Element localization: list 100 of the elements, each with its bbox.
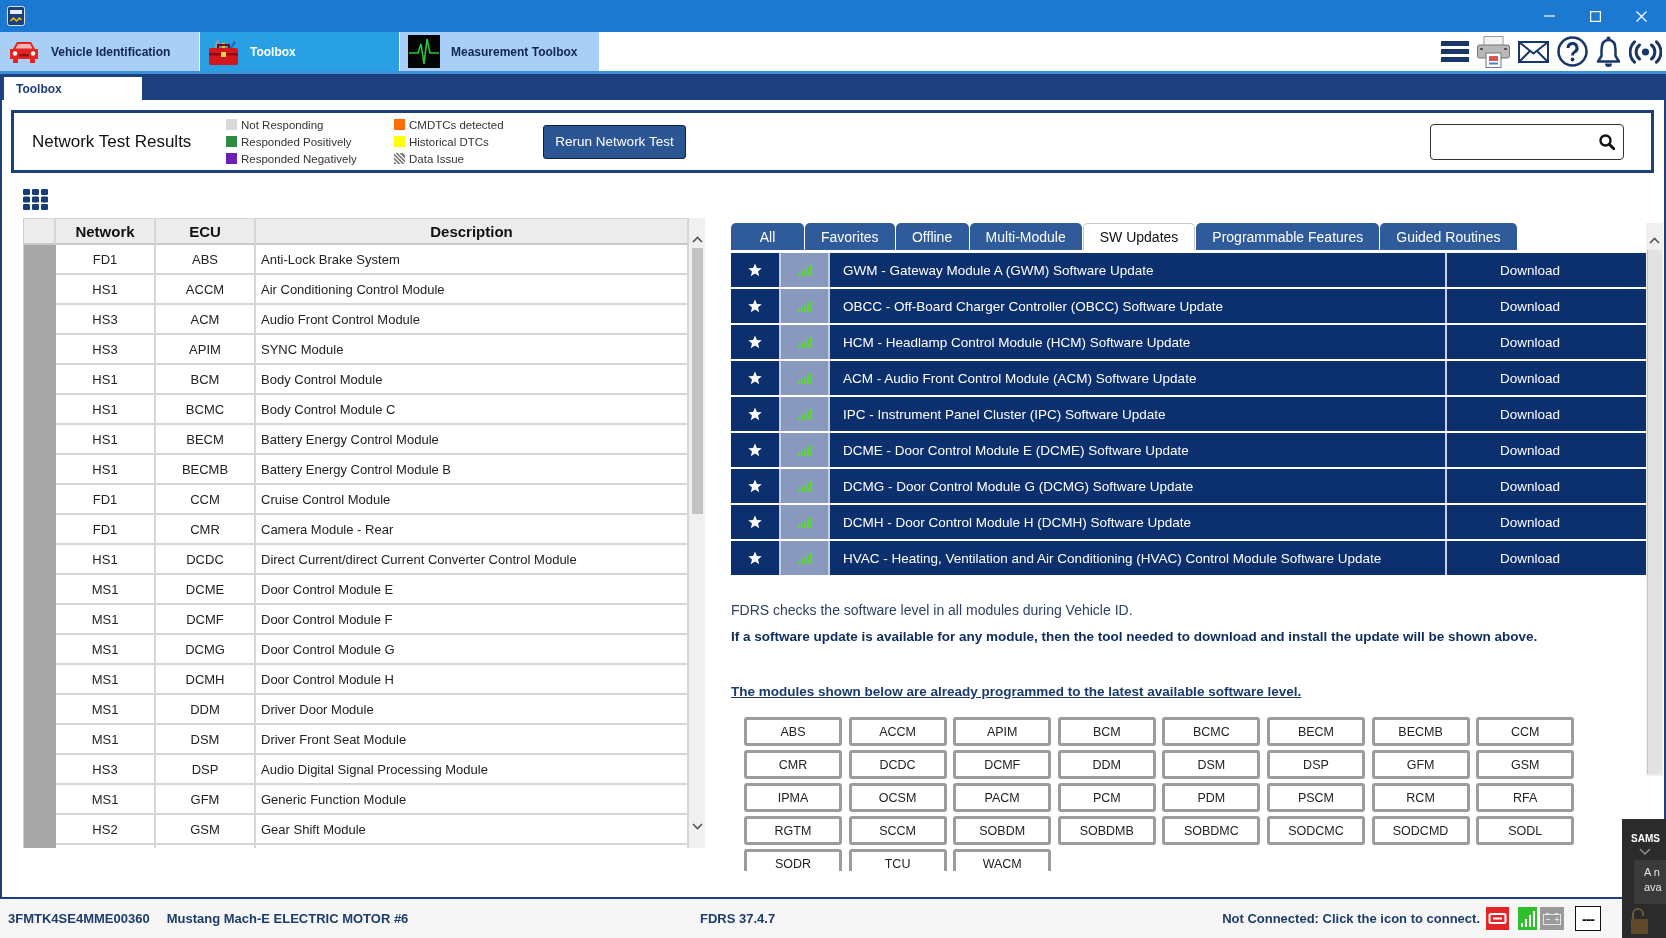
- scrollbar[interactable]: [689, 218, 705, 848]
- column-header[interactable]: Network: [56, 218, 156, 245]
- star-icon[interactable]: [748, 335, 762, 349]
- lock-icon: [1630, 907, 1648, 934]
- notification-text: ava: [1644, 881, 1662, 893]
- download-button[interactable]: Download: [1447, 289, 1646, 323]
- module-button[interactable]: GSM: [1476, 750, 1575, 779]
- module-button[interactable]: SODR: [744, 849, 842, 871]
- filter-tab[interactable]: All: [731, 223, 804, 250]
- module-button[interactable]: SODL: [1476, 816, 1575, 845]
- download-button[interactable]: Download: [1447, 433, 1646, 467]
- grid-menu-icon[interactable]: [23, 189, 48, 210]
- module-button[interactable]: DDM: [1057, 750, 1156, 779]
- panel-title: Network Test Results: [32, 131, 192, 152]
- car-icon[interactable]: [8, 40, 40, 63]
- broadcast-icon[interactable]: [1629, 39, 1662, 64]
- module-button[interactable]: SOBDMB: [1057, 816, 1156, 845]
- table-cell: BECMB: [181, 461, 229, 477]
- module-button[interactable]: DCDC: [848, 750, 947, 779]
- module-button[interactable]: CMR: [744, 750, 842, 779]
- scrollbar-thumb[interactable]: [1647, 250, 1662, 774]
- table-cell: ACCM: [185, 281, 225, 297]
- close-icon[interactable]: [1635, 10, 1647, 22]
- filter-tab[interactable]: Multi-Module: [969, 223, 1082, 250]
- modules-link[interactable]: The modules shown below are already programmed to the latest available software level.: [731, 684, 1302, 699]
- mail-icon[interactable]: [1518, 40, 1549, 63]
- download-button[interactable]: Download: [1447, 541, 1646, 575]
- download-button[interactable]: Download: [1447, 253, 1646, 287]
- update-title-cell: DCME - Door Control Module E (DCME) Software Update: [830, 433, 1445, 467]
- module-button[interactable]: CCM: [1476, 717, 1575, 746]
- module-button[interactable]: ABS: [744, 717, 842, 746]
- star-icon[interactable]: [748, 299, 762, 313]
- module-button[interactable]: PDM: [1162, 783, 1261, 812]
- star-icon[interactable]: [748, 263, 762, 277]
- module-button[interactable]: RFA: [1476, 783, 1575, 812]
- toolbox-icon[interactable]: [208, 37, 239, 66]
- signal-bars-icon: [797, 300, 812, 312]
- connector-icon[interactable]: [1486, 907, 1509, 930]
- module-button[interactable]: SOBDMC: [1162, 816, 1261, 845]
- module-button[interactable]: RCM: [1371, 783, 1470, 812]
- module-button[interactable]: PCM: [1057, 783, 1156, 812]
- module-button[interactable]: IPMA: [744, 783, 842, 812]
- module-button[interactable]: DSP: [1266, 750, 1365, 779]
- column-header[interactable]: Description: [256, 218, 689, 245]
- download-button[interactable]: Download: [1447, 397, 1646, 431]
- module-button[interactable]: SOBDM: [953, 816, 1052, 845]
- column-header[interactable]: ECU: [156, 218, 256, 245]
- search-field[interactable]: [1430, 123, 1624, 160]
- filter-tab[interactable]: Offline: [895, 223, 969, 250]
- app-tab[interactable]: Vehicle Identification: [0, 32, 199, 71]
- minimize-icon[interactable]: [1543, 15, 1555, 17]
- filter-tab[interactable]: Favorites: [805, 223, 895, 250]
- download-button[interactable]: Download: [1447, 325, 1646, 359]
- download-button[interactable]: Download: [1447, 469, 1646, 503]
- module-button[interactable]: ACCM: [848, 717, 947, 746]
- scrollbar-thumb[interactable]: [691, 248, 703, 514]
- module-button[interactable]: DSM: [1162, 750, 1261, 779]
- star-icon[interactable]: [748, 479, 762, 493]
- star-icon[interactable]: [748, 551, 762, 565]
- download-button[interactable]: Download: [1447, 505, 1646, 539]
- module-button[interactable]: PACM: [953, 783, 1052, 812]
- star-icon[interactable]: [748, 371, 762, 385]
- scrollbar[interactable]: [1646, 223, 1663, 776]
- module-button[interactable]: RGTM: [744, 816, 842, 845]
- tab[interactable]: Toolbox: [4, 77, 142, 100]
- app-tab[interactable]: Measurement Toolbox: [400, 32, 599, 71]
- chevron-down-icon[interactable]: [691, 823, 703, 830]
- maximize-icon[interactable]: [1589, 10, 1601, 22]
- module-button[interactable]: BCM: [1057, 717, 1156, 746]
- search-icon[interactable]: [1599, 133, 1615, 150]
- help-icon[interactable]: [1557, 36, 1588, 67]
- module-button[interactable]: GFM: [1371, 750, 1470, 779]
- chevron-up-icon[interactable]: [691, 236, 703, 243]
- filter-tab[interactable]: SW Updates: [1082, 223, 1196, 250]
- rerun-network-test-button[interactable]: Rerun Network Test: [543, 124, 686, 159]
- chevron-up-icon[interactable]: [1649, 237, 1660, 244]
- module-button[interactable]: WACM: [953, 849, 1052, 871]
- module-button[interactable]: SODCMC: [1266, 816, 1365, 845]
- chevron-down-icon[interactable]: [1639, 848, 1651, 855]
- table-cell: MS1: [91, 731, 119, 747]
- menu-icon[interactable]: [1441, 41, 1469, 62]
- module-button[interactable]: BECM: [1266, 717, 1365, 746]
- bell-icon[interactable]: [1596, 35, 1621, 68]
- waveform-icon[interactable]: [408, 35, 440, 68]
- module-button[interactable]: BECMB: [1371, 717, 1470, 746]
- printer-icon[interactable]: [1477, 35, 1510, 68]
- module-button[interactable]: TCU: [848, 849, 947, 871]
- filter-tab[interactable]: Guided Routines: [1380, 223, 1517, 250]
- module-button[interactable]: PSCM: [1266, 783, 1365, 812]
- download-button[interactable]: Download: [1447, 361, 1646, 395]
- star-icon[interactable]: [748, 515, 762, 529]
- module-button[interactable]: BCMC: [1162, 717, 1261, 746]
- module-button[interactable]: DCMF: [953, 750, 1052, 779]
- module-button[interactable]: APIM: [953, 717, 1052, 746]
- module-button[interactable]: SODCMD: [1371, 816, 1470, 845]
- module-button[interactable]: SCCM: [848, 816, 947, 845]
- filter-tab[interactable]: Programmable Features: [1196, 223, 1380, 250]
- star-icon[interactable]: [748, 443, 762, 457]
- module-button[interactable]: OCSM: [848, 783, 947, 812]
- star-icon[interactable]: [748, 407, 762, 421]
